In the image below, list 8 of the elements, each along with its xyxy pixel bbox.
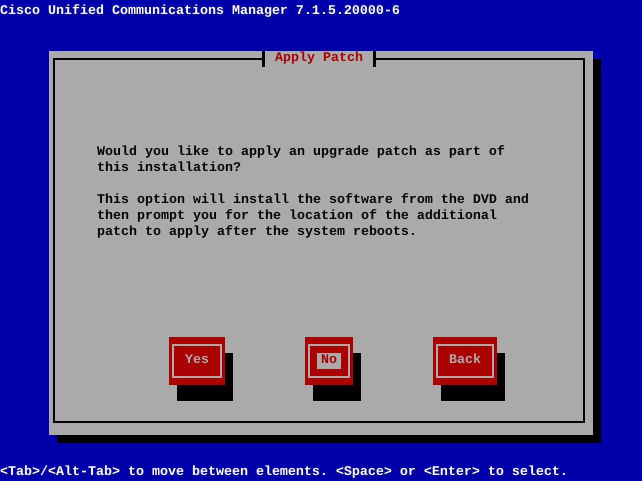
dialog-button[interactable]: Yes [169, 337, 225, 385]
dialog-button[interactable]: No [305, 337, 353, 385]
dialog-button[interactable]: Back [433, 337, 497, 385]
message-text: This option will install the software from the DVD and then prompt you for the location of the additional patch to apply after the system reboots. [97, 193, 530, 241]
product-title: Cisco Unified Communications Manager 7.1.5.20000-6 [0, 3, 401, 20]
message-text: Would you like to apply an upgrade patch as part of this installation? [97, 145, 506, 177]
dialog-title: Apply Patch [265, 51, 373, 67]
help-text: <Tab>/<Alt-Tab> to move between elements. <Space> or <Enter> to select. [0, 465, 568, 481]
